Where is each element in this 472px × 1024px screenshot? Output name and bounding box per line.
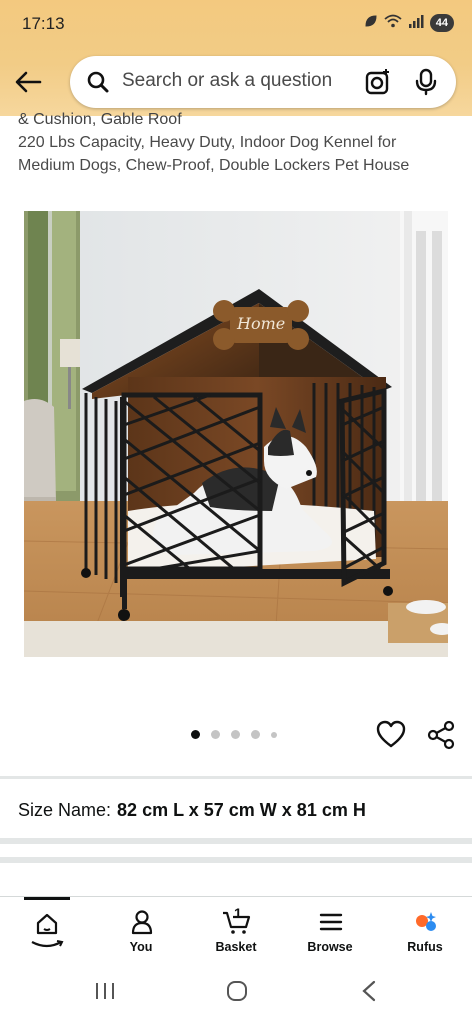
app-header: 17:13 44 Search or ask a question: [0, 0, 472, 116]
section-divider: [0, 857, 472, 863]
menu-icon: [319, 913, 343, 931]
bottom-navigation: You 1 Basket Browse Rufus: [0, 896, 472, 963]
person-icon: [131, 910, 153, 935]
size-label: Size Name:: [18, 800, 112, 820]
carousel-dot[interactable]: [271, 731, 277, 738]
microphone-icon[interactable]: [414, 68, 438, 101]
home-system-button[interactable]: [226, 980, 248, 1007]
signal-icon: [408, 14, 424, 33]
heart-icon: [376, 720, 406, 748]
carousel-dot[interactable]: [191, 730, 200, 739]
system-navigation-bar: [0, 962, 472, 1024]
status-bar: 17:13 44: [0, 0, 472, 46]
recent-apps-button[interactable]: [94, 980, 116, 1007]
basket-count-badge: 1: [234, 905, 242, 921]
active-tab-indicator: [24, 897, 70, 900]
home-icon: [36, 913, 58, 935]
home-circle-icon: [227, 981, 247, 1001]
rufus-icon: [416, 912, 436, 931]
carousel-dot[interactable]: [231, 730, 240, 739]
section-divider: [0, 838, 472, 844]
back-arrow-icon: [15, 71, 42, 93]
nav-basket[interactable]: 1 Basket: [196, 897, 276, 963]
size-value: 82 cm L x 57 cm W x 81 cm H: [117, 800, 366, 820]
wishlist-button[interactable]: [376, 720, 406, 753]
bone-sign-text: Home: [237, 314, 286, 333]
battery-icon: 44: [429, 14, 454, 32]
nav-label: Rufus: [407, 940, 443, 954]
image-carousel-dots[interactable]: [191, 730, 277, 739]
nav-rufus[interactable]: Rufus: [385, 897, 465, 963]
status-icons: 44: [364, 13, 454, 33]
status-time: 17:13: [22, 14, 65, 33]
nav-label: Basket: [215, 940, 257, 954]
back-system-button[interactable]: [360, 980, 378, 1007]
search-icon: [86, 70, 110, 99]
size-selector[interactable]: Size Name: 82 cm L x 57 cm W x 81 cm H: [18, 800, 366, 821]
leaf-icon: [364, 14, 378, 33]
nav-label: Browse: [307, 940, 353, 954]
product-title-line-2: Medium Dogs, Chew-Proof, Double Lockers …: [18, 157, 410, 174]
product-title-line-1: 220 Lbs Capacity, Heavy Duty, Indoor Dog…: [18, 134, 397, 151]
section-divider: [0, 776, 472, 779]
back-chevron-icon: [362, 980, 376, 1002]
carousel-dot[interactable]: [251, 730, 260, 739]
back-button[interactable]: [12, 66, 44, 98]
nav-browse[interactable]: Browse: [290, 897, 370, 963]
wifi-icon: [384, 14, 402, 33]
recent-apps-icon: [96, 983, 114, 999]
share-icon: [427, 720, 455, 750]
product-image[interactable]: Home: [24, 211, 448, 657]
nav-label: You: [129, 940, 153, 954]
search-input[interactable]: Search or ask a question: [122, 70, 332, 92]
share-button[interactable]: [426, 720, 456, 755]
search-bar[interactable]: Search or ask a question: [70, 56, 456, 108]
carousel-dot[interactable]: [211, 730, 220, 739]
nav-you[interactable]: You: [101, 897, 181, 963]
amazon-smile-icon: [31, 940, 64, 948]
camera-lens-icon[interactable]: [364, 68, 392, 101]
product-title-clipped: & Cushion, Gable Roof: [18, 111, 182, 128]
nav-home[interactable]: [6, 897, 86, 963]
